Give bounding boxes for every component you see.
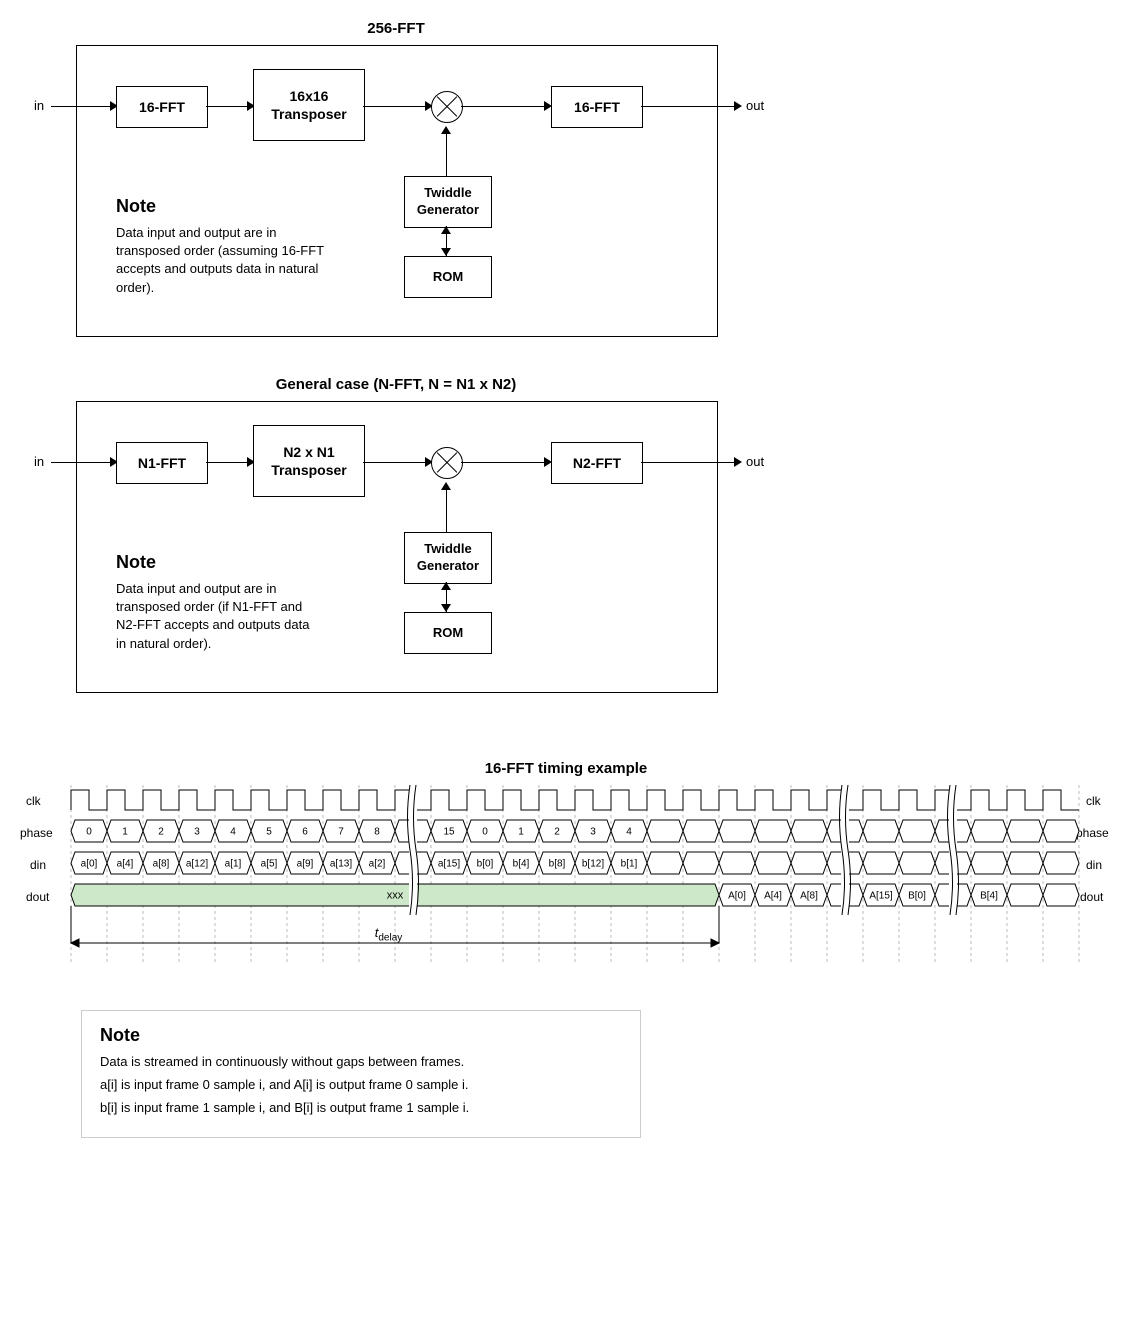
svg-text:a[1]: a[1] xyxy=(225,859,242,870)
svg-text:3: 3 xyxy=(590,827,596,838)
svg-text:b[1]: b[1] xyxy=(621,859,638,870)
svg-text:6: 6 xyxy=(302,827,308,838)
dout-label-left: dout xyxy=(26,890,49,904)
diagram1-out-label: out xyxy=(746,98,764,113)
clk-label-left: clk xyxy=(26,794,41,808)
svg-text:4: 4 xyxy=(626,827,632,838)
svg-text:a[2]: a[2] xyxy=(369,859,386,870)
svg-text:A[0]: A[0] xyxy=(728,891,746,902)
svg-text:1: 1 xyxy=(122,827,128,838)
block-n1fft: N1-FFT xyxy=(116,442,208,484)
block-transposer-1: 16x16 Transposer xyxy=(253,69,365,141)
svg-text:0: 0 xyxy=(482,827,488,838)
clk-label-right: clk xyxy=(1086,794,1101,808)
phase-label-left: phase xyxy=(20,826,53,840)
diagram2-out-label: out xyxy=(746,454,764,469)
block-rom-2: ROM xyxy=(404,612,492,654)
svg-text:7: 7 xyxy=(338,827,344,838)
dout-label-right: dout xyxy=(1080,890,1103,904)
block-twiddle-1: Twiddle Generator xyxy=(404,176,492,228)
svg-text:a[12]: a[12] xyxy=(186,859,208,870)
block-twiddle-2: Twiddle Generator xyxy=(404,532,492,584)
diagram1-title: 256-FFT xyxy=(76,20,716,37)
svg-text:A[4]: A[4] xyxy=(764,891,782,902)
timing-title: 16-FFT timing example xyxy=(16,760,1116,777)
timing-note-title: Note xyxy=(100,1025,622,1046)
svg-text:2: 2 xyxy=(554,827,560,838)
diagram1-note-body: Data input and output are in transposed … xyxy=(116,224,336,297)
timing-note-line1: Data is streamed in continuously without… xyxy=(100,1054,622,1069)
svg-text:b[8]: b[8] xyxy=(549,859,566,870)
diagram2-title: General case (N-FFT, N = N1 x N2) xyxy=(76,376,716,393)
svg-text:b[4]: b[4] xyxy=(513,859,530,870)
din-label-left: din xyxy=(30,858,46,872)
multiplier-2 xyxy=(431,447,463,479)
svg-text:1: 1 xyxy=(518,827,524,838)
svg-text:a[9]: a[9] xyxy=(297,859,314,870)
tdelay-label: tdelay xyxy=(61,925,716,944)
svg-text:B[0]: B[0] xyxy=(908,891,926,902)
svg-text:B[4]: B[4] xyxy=(980,891,998,902)
timing-note-line3: b[i] is input frame 1 sample i, and B[i]… xyxy=(100,1100,622,1115)
svg-text:a[8]: a[8] xyxy=(153,859,170,870)
din-label-right: din xyxy=(1086,858,1102,872)
svg-text:a[4]: a[4] xyxy=(117,859,134,870)
svg-text:2: 2 xyxy=(158,827,164,838)
svg-text:a[15]: a[15] xyxy=(438,859,460,870)
svg-text:3: 3 xyxy=(194,827,200,838)
diagram2-note-body: Data input and output are in transposed … xyxy=(116,580,316,653)
svg-text:a[13]: a[13] xyxy=(330,859,352,870)
svg-text:5: 5 xyxy=(266,827,272,838)
block-16fft-1: 16-FFT xyxy=(116,86,208,128)
svg-text:0: 0 xyxy=(86,827,92,838)
timing-note-box: Note Data is streamed in continuously wi… xyxy=(81,1010,641,1138)
block-16fft-2: 16-FFT xyxy=(551,86,643,128)
svg-text:A[15]: A[15] xyxy=(869,891,893,902)
svg-text:a[5]: a[5] xyxy=(261,859,278,870)
svg-text:4: 4 xyxy=(230,827,236,838)
diagram1-in-label: in xyxy=(34,98,44,113)
svg-text:b[0]: b[0] xyxy=(477,859,494,870)
timing-note-line2: a[i] is input frame 0 sample i, and A[i]… xyxy=(100,1077,622,1092)
block-n2fft: N2-FFT xyxy=(551,442,643,484)
block-transposer-2: N2 x N1 Transposer xyxy=(253,425,365,497)
svg-text:8: 8 xyxy=(374,827,380,838)
diagram2-note-title: Note xyxy=(116,552,156,573)
svg-text:b[12]: b[12] xyxy=(582,859,604,870)
diagram2-in-label: in xyxy=(34,454,44,469)
svg-text:15: 15 xyxy=(443,827,455,838)
svg-text:a[0]: a[0] xyxy=(81,859,98,870)
block-rom-1: ROM xyxy=(404,256,492,298)
svg-text:A[8]: A[8] xyxy=(800,891,818,902)
svg-text:xxx: xxx xyxy=(387,890,404,902)
multiplier-1 xyxy=(431,91,463,123)
diagram1-note-title: Note xyxy=(116,196,156,217)
